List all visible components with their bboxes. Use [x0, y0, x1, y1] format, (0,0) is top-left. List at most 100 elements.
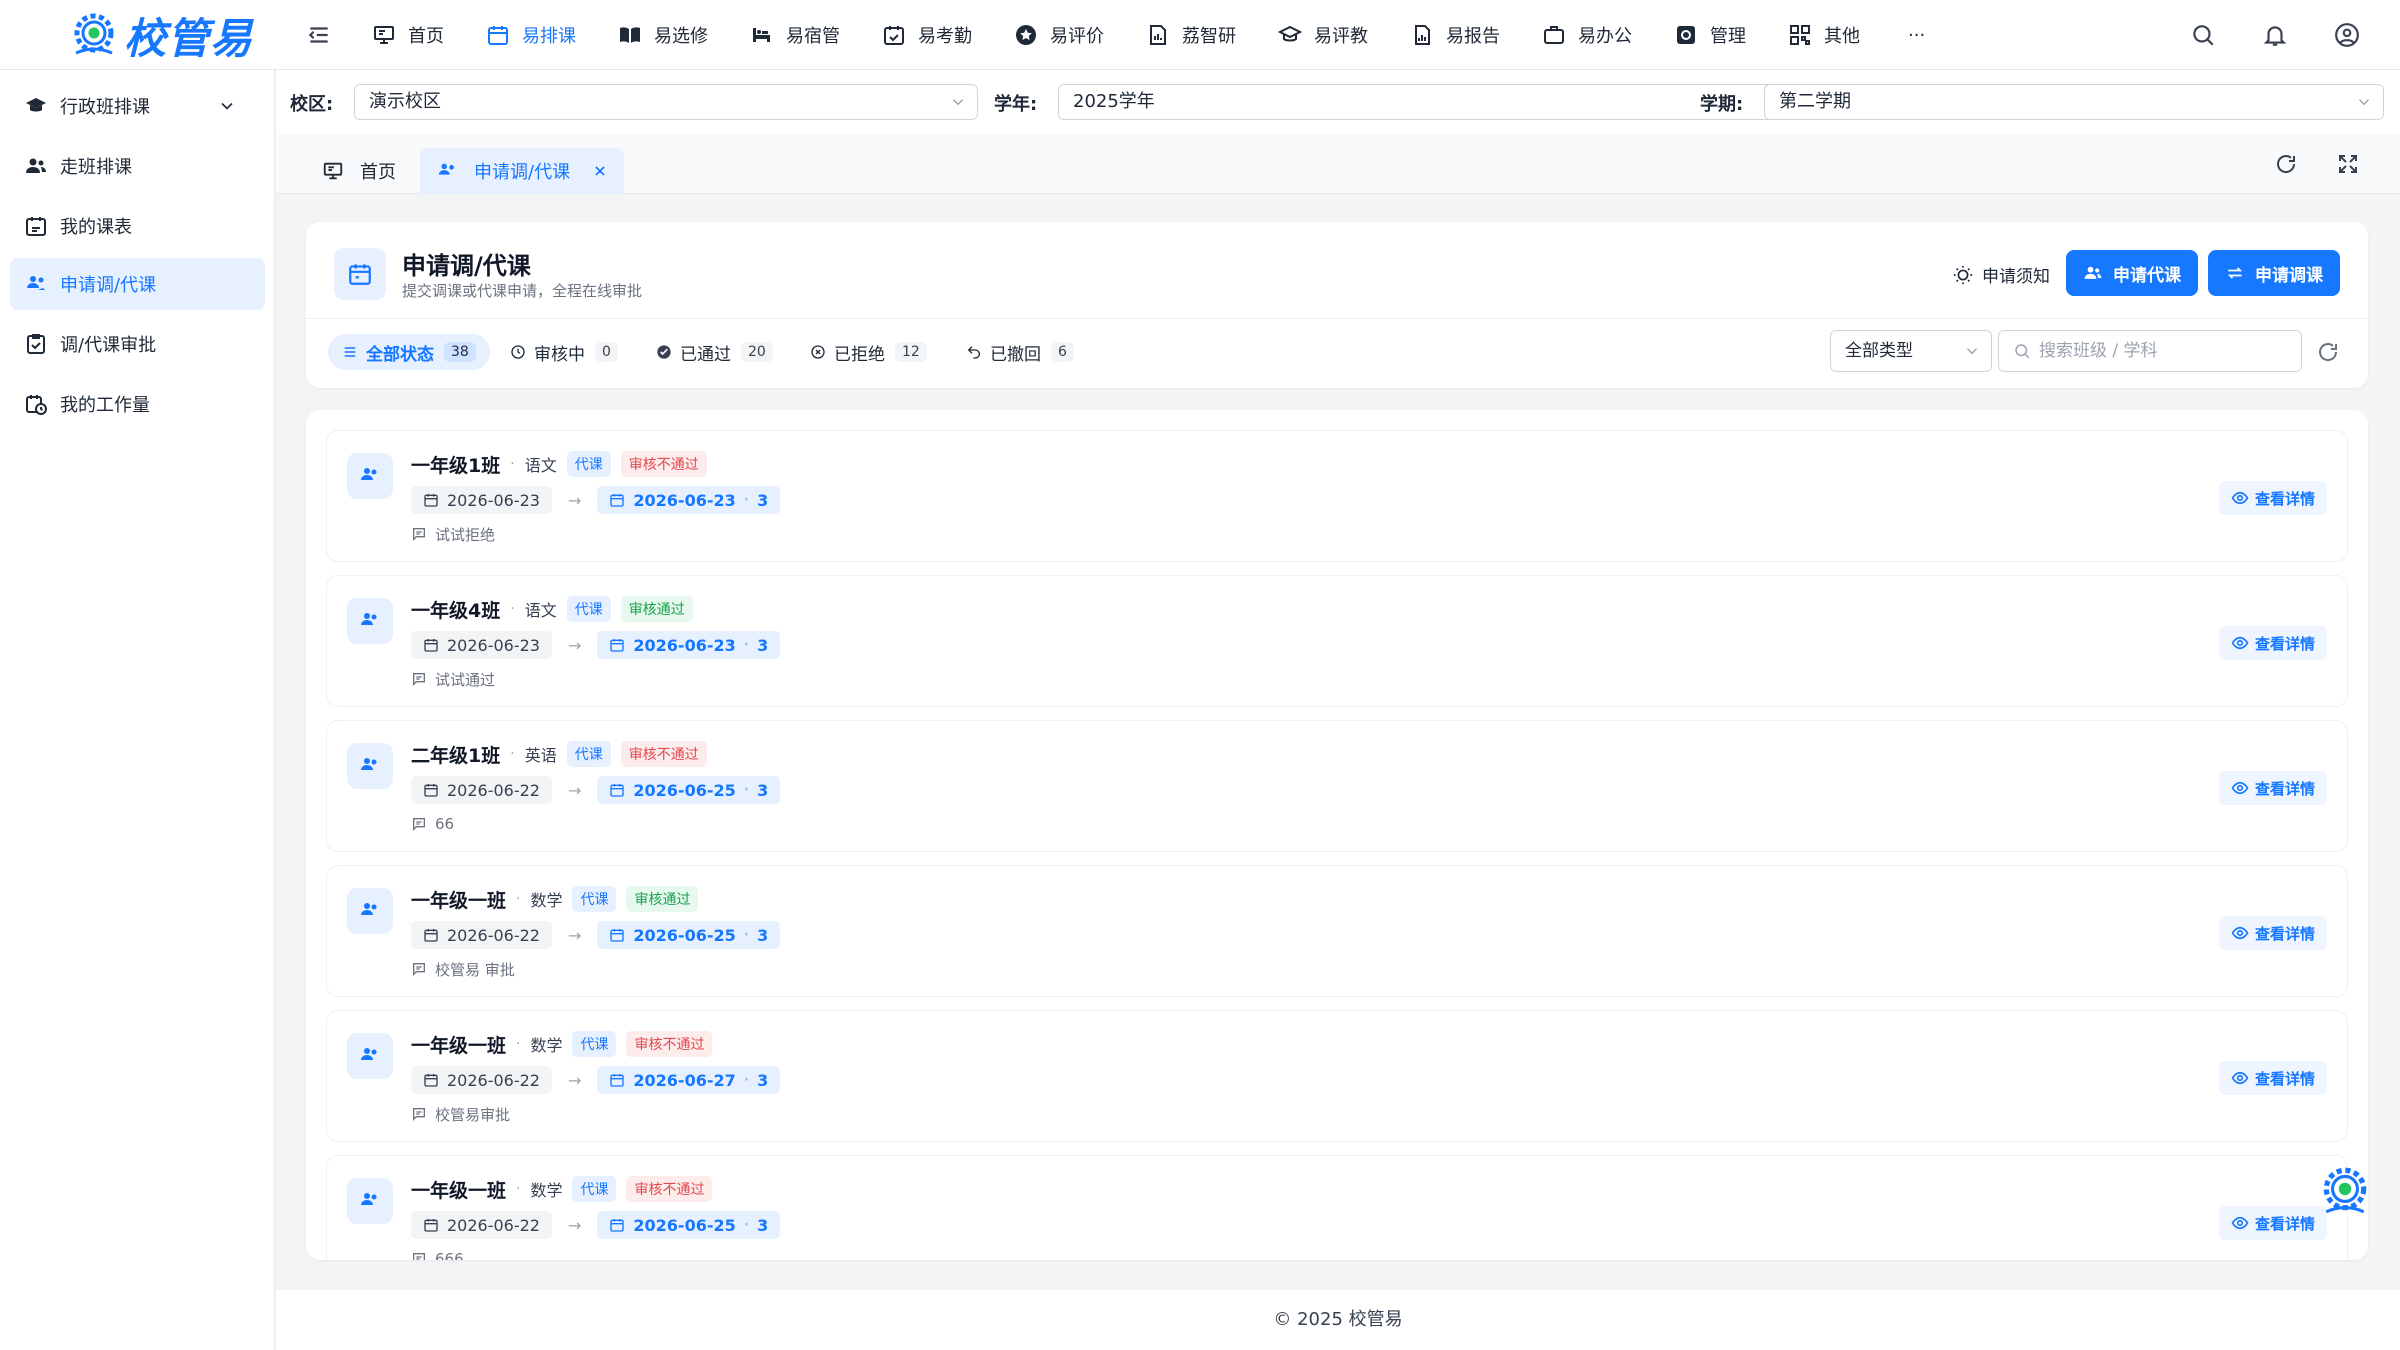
chevron-down-icon[interactable]: [217, 96, 237, 116]
user-avatar-icon[interactable]: [2334, 22, 2360, 48]
filter-chip-all[interactable]: 全部状态 38: [328, 334, 490, 370]
record-header: 二年级1班 · 英语 代课 审核不通过: [411, 739, 717, 769]
sidebar-item-admin-class[interactable]: 行政班排课: [10, 80, 265, 132]
original-date: 2026-06-23: [411, 631, 552, 659]
calendar-icon: [609, 492, 633, 508]
nav-item-evaluation[interactable]: 易评价: [1014, 0, 1104, 70]
record-row[interactable]: 一年级一班 · 数学 代课 审核通过 2026-06-22 → 2026-06-25 · 3 校管易…: [326, 865, 2348, 997]
sidebar-item-my-timetable[interactable]: 我的课表: [10, 200, 265, 252]
sidebar-item-workload[interactable]: 我的工作量: [10, 378, 265, 430]
tab-home[interactable]: 首页: [306, 148, 412, 194]
nav-item-teaching-eval[interactable]: 易评教: [1278, 0, 1368, 70]
filter-chip-pending[interactable]: 审核中 0: [496, 334, 632, 370]
chevron-down-icon: [952, 99, 964, 106]
filter-chip-rejected[interactable]: 已拒绝 12: [796, 334, 941, 370]
subject: 语文: [524, 601, 557, 620]
original-date: 2026-06-22: [411, 921, 552, 949]
report-icon: [1150, 25, 1166, 45]
eye-icon: [2231, 779, 2255, 797]
filter-chip-approved[interactable]: 已通过 20: [642, 334, 787, 370]
subject: 语文: [524, 456, 557, 475]
view-detail-button[interactable]: 查看详情: [2219, 916, 2327, 950]
type-tag: 代课: [572, 1176, 617, 1202]
class-name: 一年级4班: [411, 599, 501, 622]
period-number: 3: [757, 490, 769, 510]
calendar-icon: [423, 927, 447, 943]
calendar-icon: [423, 492, 447, 508]
view-detail-button[interactable]: 查看详情: [2219, 1206, 2327, 1240]
class-name: 一年级1班: [411, 454, 501, 477]
tab-apply-swap[interactable]: 申请调/代课: [420, 148, 625, 194]
chevron-down-icon: [1966, 348, 1978, 355]
term-select[interactable]: 第二学期: [1764, 84, 2384, 120]
more-icon: ···: [1908, 24, 1926, 46]
sidebar-item-swap-approval[interactable]: 调/代课审批: [10, 318, 265, 370]
nav-item-office[interactable]: 易办公: [1542, 0, 1632, 70]
campus-select[interactable]: 演示校区: [354, 84, 978, 120]
nav-item-reports[interactable]: 易报告: [1410, 0, 1500, 70]
record-row[interactable]: 一年级一班 · 数学 代课 审核不通过 2026-06-22 → 2026-06-27 · 3 校管…: [326, 1010, 2348, 1142]
user-swap-icon: [27, 276, 45, 293]
type-select[interactable]: 全部类型: [1830, 330, 1992, 372]
filter-chip-withdrawn[interactable]: 已撤回 6: [952, 334, 1088, 370]
nav-item-attendance[interactable]: 易考勤: [882, 0, 972, 70]
record-row[interactable]: 一年级一班 · 数学 代课 审核不通过 2026-06-22 → 2026-06-25 · 3 66…: [326, 1155, 2348, 1260]
apply-substitute-button[interactable]: 申请代课: [2066, 250, 2198, 296]
star-badge-icon: [1016, 25, 1036, 45]
apply-swap-button[interactable]: 申请调课: [2208, 250, 2340, 296]
status-badge: 审核不通过: [620, 741, 707, 767]
tab-actions: [2274, 152, 2360, 176]
view-detail-button[interactable]: 查看详情: [2219, 771, 2327, 805]
graduation-cap-icon: [26, 98, 46, 112]
arrow-right-icon: →: [567, 1070, 582, 1090]
user-swap-icon: [347, 598, 393, 644]
record-header: 一年级一班 · 数学 代课 审核不通过: [411, 1029, 722, 1059]
briefcase-icon: [1544, 26, 1564, 44]
nav-item-scheduling[interactable]: 易排课: [486, 0, 576, 70]
sidebar-item-moving-class[interactable]: 走班排课: [10, 140, 265, 192]
record-row[interactable]: 一年级1班 · 语文 代课 审核不通过 2026-06-23 → 2026-06-23 · 3 试试…: [326, 430, 2348, 562]
view-detail-button[interactable]: 查看详情: [2219, 481, 2327, 515]
period-number: 3: [757, 780, 769, 800]
nav-item-electives[interactable]: 易选修: [618, 0, 708, 70]
count-badge: 20: [741, 342, 773, 362]
refresh-icon[interactable]: [2274, 152, 2298, 176]
document-chart-icon: [1415, 25, 1430, 45]
clipboard-check-icon: [27, 334, 45, 354]
view-detail-button[interactable]: 查看详情: [2219, 626, 2327, 660]
nav-item-research[interactable]: 荔智研: [1146, 0, 1236, 70]
bell-icon[interactable]: [2262, 22, 2288, 48]
user-swap-icon: [347, 1178, 393, 1224]
calendar-icon: [488, 26, 508, 45]
search-icon[interactable]: [2190, 22, 2216, 48]
nav-more[interactable]: ···: [1908, 0, 1925, 70]
record-dates: 2026-06-22 → 2026-06-25 · 3: [411, 1210, 781, 1240]
collapse-menu-icon[interactable]: [306, 22, 332, 48]
floating-assistant-icon[interactable]: [2318, 1164, 2372, 1218]
search-box: [1998, 330, 2302, 372]
nav-item-dorm[interactable]: 易宿管: [750, 0, 840, 70]
users-icon: [2084, 266, 2102, 279]
original-date: 2026-06-22: [411, 776, 552, 804]
count-badge: 6: [1051, 342, 1074, 362]
separator-dot: ·: [510, 746, 515, 762]
view-detail-button[interactable]: 查看详情: [2219, 1061, 2327, 1095]
fullscreen-icon[interactable]: [2336, 152, 2360, 176]
page-header-card: 申请调/代课 提交调课或代课申请，全程在线审批 申请须知 申请代课 申请调课 全…: [306, 222, 2368, 388]
notice-link[interactable]: 申请须知: [1952, 262, 2050, 287]
nav-item-home[interactable]: 首页: [372, 0, 444, 70]
bed-icon: [753, 28, 770, 42]
search-input[interactable]: [2039, 341, 2289, 361]
footer: © 2025 校管易: [276, 1290, 2400, 1350]
close-icon[interactable]: [592, 163, 608, 179]
nav-item-other[interactable]: 其他: [1788, 0, 1860, 70]
record-row[interactable]: 一年级4班 · 语文 代课 审核通过 2026-06-23 → 2026-06-23 · 3 试试通…: [326, 575, 2348, 707]
record-header: 一年级一班 · 数学 代课 审核不通过: [411, 1174, 722, 1204]
nav-item-admin[interactable]: 管理: [1674, 0, 1746, 70]
brand-logo[interactable]: 校管易: [68, 4, 253, 66]
class-name: 一年级一班: [411, 1034, 507, 1057]
record-dates: 2026-06-22 → 2026-06-27 · 3: [411, 1065, 781, 1095]
sidebar-item-apply-swap[interactable]: 申请调/代课: [10, 258, 265, 310]
record-row[interactable]: 二年级1班 · 英语 代课 审核不通过 2026-06-22 → 2026-06-25 · 3 66…: [326, 720, 2348, 852]
refresh-icon[interactable]: [2316, 340, 2340, 364]
